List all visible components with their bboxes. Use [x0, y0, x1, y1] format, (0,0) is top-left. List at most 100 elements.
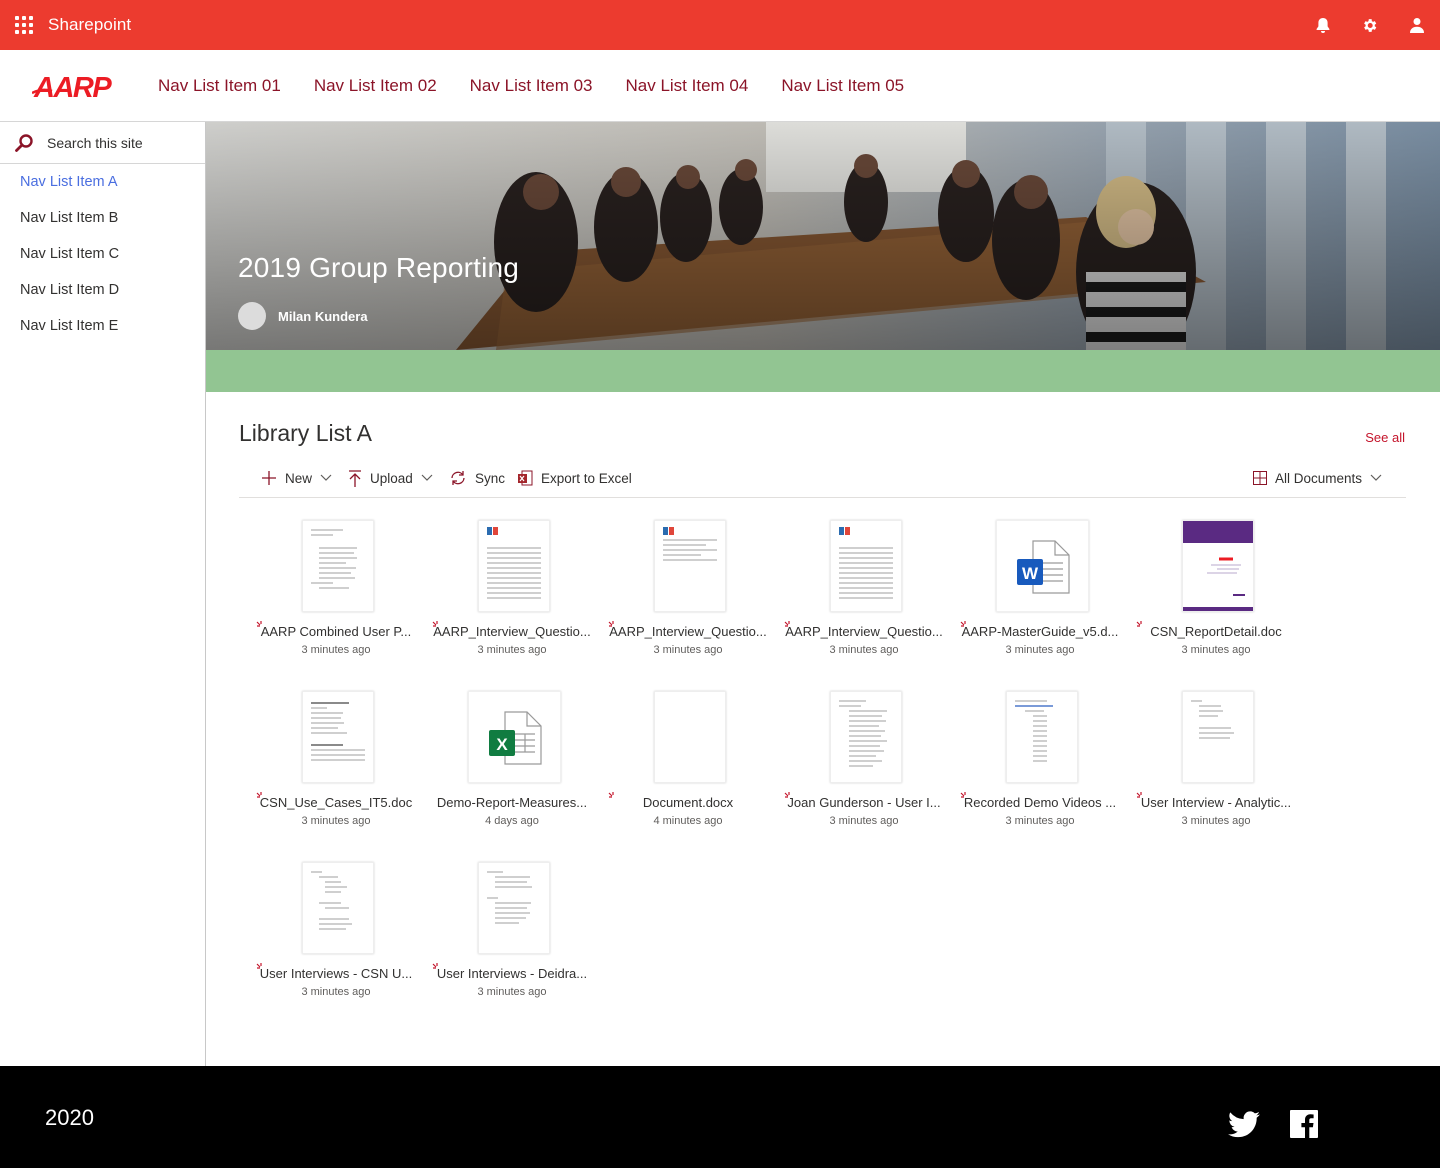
file-thumbnail	[478, 520, 550, 612]
file-tile[interactable]: User Interviews - Deidra... 3 minutes ag…	[424, 862, 600, 1022]
file-thumbnail: X	[468, 691, 561, 783]
file-thumbnail	[1182, 520, 1254, 612]
file-tile[interactable]: Joan Gunderson - User I... 3 minutes ago	[776, 691, 952, 851]
leftnav-item-c[interactable]: Nav List Item C	[0, 236, 205, 272]
chevron-down-icon	[320, 474, 332, 481]
svg-text:X: X	[496, 735, 508, 754]
file-modified: 3 minutes ago	[1181, 644, 1251, 656]
topnav-item-02[interactable]: Nav List Item 02	[314, 76, 437, 96]
library-title[interactable]: Library List A	[239, 420, 372, 447]
settings-button[interactable]	[1346, 0, 1393, 50]
topnav-item-04[interactable]: Nav List Item 04	[625, 76, 748, 96]
file-name[interactable]: AARP_Interview_Questio...	[424, 624, 600, 639]
file-modified: 3 minutes ago	[301, 815, 371, 827]
word-document-icon: W	[1017, 540, 1070, 594]
export-excel-button[interactable]: Export to Excel	[517, 468, 632, 488]
app-launcher-button[interactable]	[0, 0, 48, 50]
site-footer: 2020	[0, 1066, 1440, 1168]
file-modified: 3 minutes ago	[1005, 644, 1075, 656]
author-name[interactable]: Milan Kundera	[278, 309, 368, 324]
file-thumbnail	[830, 691, 902, 783]
plus-icon	[262, 471, 276, 485]
file-thumbnail	[302, 862, 374, 954]
file-tile[interactable]: X Demo-Report-Measures... 4 days ago	[424, 691, 600, 851]
file-name[interactable]: AARP Combined User P...	[248, 624, 424, 639]
waffle-icon	[15, 16, 33, 34]
file-name[interactable]: CSN_ReportDetail.doc	[1128, 624, 1304, 639]
file-name[interactable]: AARP-MasterGuide_v5.d...	[952, 624, 1128, 639]
sync-icon	[451, 471, 465, 485]
file-tile[interactable]: AARP Combined User P... 3 minutes ago	[248, 520, 424, 680]
sync-button[interactable]: Sync	[449, 468, 505, 488]
file-tile[interactable]: User Interviews - CSN U... 3 minutes ago	[248, 862, 424, 1022]
file-tile[interactable]: Document.docx 4 minutes ago	[600, 691, 776, 851]
file-thumbnail	[478, 862, 550, 954]
site-search-box[interactable]: Search this site	[0, 122, 205, 164]
file-tile[interactable]: W AARP-MasterGuide_v5.d... 3 minutes ago	[952, 520, 1128, 680]
file-name[interactable]: Joan Gunderson - User I...	[776, 795, 952, 810]
footer-year: 2020	[45, 1105, 94, 1130]
file-modified: 3 minutes ago	[1181, 815, 1251, 827]
file-thumbnail	[1006, 691, 1078, 783]
see-all-link[interactable]: See all	[1365, 430, 1405, 445]
notifications-button[interactable]	[1299, 0, 1346, 50]
upload-icon	[349, 469, 361, 487]
file-modified: 3 minutes ago	[477, 644, 547, 656]
topnav-item-03[interactable]: Nav List Item 03	[470, 76, 593, 96]
file-modified: 3 minutes ago	[653, 644, 723, 656]
grid-view-icon	[1253, 471, 1267, 485]
svg-text:W: W	[1022, 564, 1039, 583]
author-byline[interactable]: Milan Kundera	[238, 302, 368, 330]
search-icon	[15, 133, 33, 152]
leftnav-item-d[interactable]: Nav List Item D	[0, 272, 205, 308]
topnav-item-05[interactable]: Nav List Item 05	[781, 76, 904, 96]
document-logo-icon	[663, 527, 674, 535]
left-navigation: Search this site Nav List Item A Nav Lis…	[0, 122, 206, 1066]
file-name[interactable]: Demo-Report-Measures...	[424, 795, 600, 810]
file-modified: 4 days ago	[485, 815, 539, 827]
facebook-icon[interactable]	[1290, 1110, 1318, 1138]
chevron-down-icon	[421, 474, 433, 481]
report-cover-logo	[1183, 557, 1253, 611]
search-placeholder[interactable]: Search this site	[47, 135, 143, 151]
new-button[interactable]: New	[261, 468, 332, 488]
file-thumbnail	[1182, 691, 1254, 783]
green-band	[206, 350, 1440, 392]
topnav-item-01[interactable]: Nav List Item 01	[158, 76, 281, 96]
file-name[interactable]: User Interviews - Deidra...	[424, 966, 600, 981]
leftnav-item-a[interactable]: Nav List Item A	[0, 164, 205, 200]
file-name[interactable]: AARP_Interview_Questio...	[600, 624, 776, 639]
hero-image	[206, 122, 1440, 350]
user-icon	[1409, 18, 1424, 33]
account-button[interactable]	[1393, 0, 1440, 50]
hero-banner: 2019 Group Reporting Milan Kundera	[206, 122, 1440, 350]
file-tile[interactable]: Recorded Demo Videos ... 3 minutes ago	[952, 691, 1128, 851]
aarp-logo[interactable]: AARP	[32, 71, 144, 101]
file-name[interactable]: Recorded Demo Videos ...	[952, 795, 1128, 810]
file-name[interactable]: User Interviews - CSN U...	[248, 966, 424, 981]
file-name[interactable]: CSN_Use_Cases_IT5.doc	[248, 795, 424, 810]
document-logo-icon	[487, 527, 498, 535]
top-navigation: AARP Nav List Item 01 Nav List Item 02 N…	[0, 50, 1440, 122]
file-thumbnail: W	[996, 520, 1089, 612]
file-tile[interactable]: AARP_Interview_Questio... 3 minutes ago	[424, 520, 600, 680]
leftnav-item-b[interactable]: Nav List Item B	[0, 200, 205, 236]
upload-button[interactable]: Upload	[348, 468, 433, 488]
suite-title[interactable]: Sharepoint	[48, 15, 131, 35]
file-modified: 3 minutes ago	[829, 815, 899, 827]
file-name[interactable]: User Interview - Analytic...	[1128, 795, 1304, 810]
upload-label: Upload	[370, 470, 413, 486]
view-label: All Documents	[1275, 470, 1363, 486]
document-logo-icon	[839, 527, 850, 535]
file-name[interactable]: Document.docx	[600, 795, 776, 810]
file-tile[interactable]: AARP_Interview_Questio... 3 minutes ago	[600, 520, 776, 680]
file-tile[interactable]: CSN_Use_Cases_IT5.doc 3 minutes ago	[248, 691, 424, 851]
file-tile[interactable]: User Interview - Analytic... 3 minutes a…	[1128, 691, 1304, 851]
file-name[interactable]: AARP_Interview_Questio...	[776, 624, 952, 639]
file-tile[interactable]: AARP_Interview_Questio... 3 minutes ago	[776, 520, 952, 680]
file-tile[interactable]: CSN_ReportDetail.doc 3 minutes ago	[1128, 520, 1304, 680]
leftnav-item-e[interactable]: Nav List Item E	[0, 308, 205, 344]
file-modified: 3 minutes ago	[1005, 815, 1075, 827]
view-selector[interactable]: All Documents	[1253, 468, 1382, 488]
twitter-icon[interactable]	[1228, 1110, 1260, 1138]
